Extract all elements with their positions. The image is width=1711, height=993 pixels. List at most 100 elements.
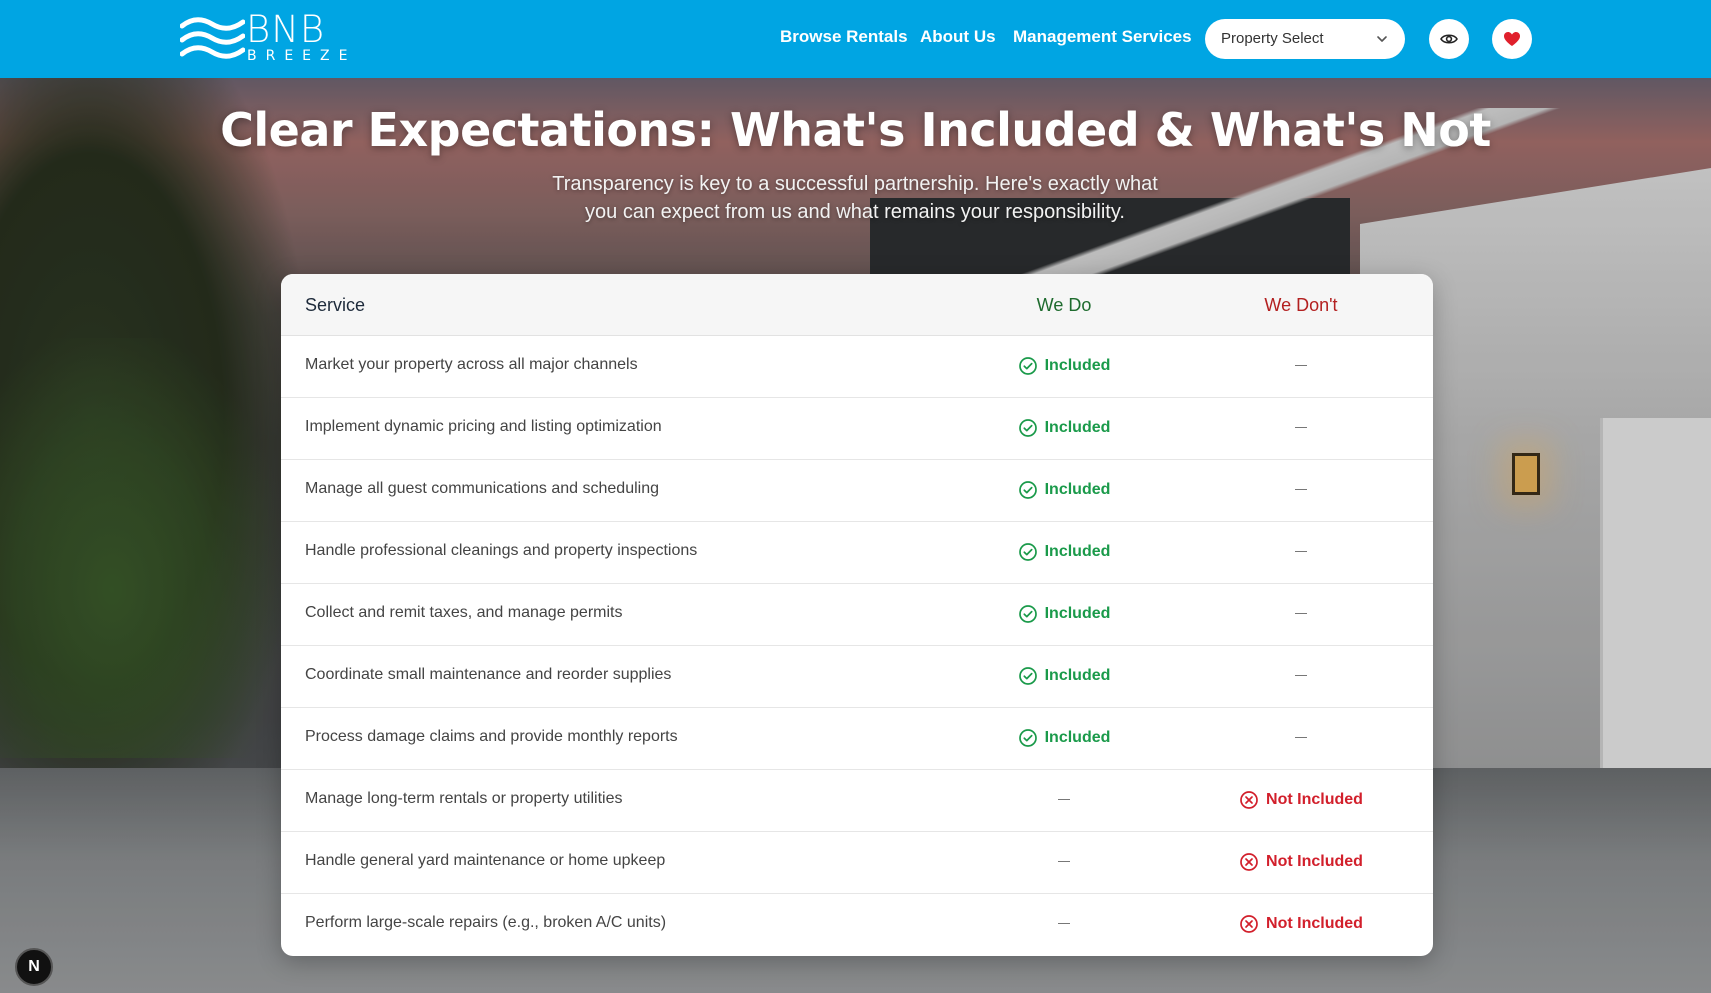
table-row: Manage long-term rentals or property uti…	[281, 770, 1433, 832]
nav-link-management-services[interactable]: Management Services	[1013, 27, 1192, 47]
included-status: Included	[981, 479, 1147, 501]
service-name: Handle general yard maintenance or home …	[305, 852, 666, 869]
included-label: Included	[1044, 729, 1111, 746]
brand-tagline: BREEZE	[247, 48, 357, 64]
we-dont-cell	[1201, 584, 1401, 646]
service-name: Coordinate small maintenance and reorder…	[305, 666, 672, 683]
we-dont-cell	[1201, 708, 1401, 770]
dev-tools-badge[interactable]: N	[15, 948, 53, 986]
table-row: Collect and remit taxes, and manage perm…	[281, 584, 1433, 646]
not-included-status: Not Included	[1201, 913, 1401, 935]
we-do-cell: Included	[981, 584, 1147, 646]
brand-name: BNB	[246, 8, 326, 51]
empty-dash	[1058, 923, 1070, 924]
service-name: Implement dynamic pricing and listing op…	[305, 418, 662, 435]
included-status: Included	[981, 603, 1147, 625]
service-name: Handle professional cleanings and proper…	[305, 542, 698, 559]
page-subtitle: Transparency is key to a successful part…	[530, 170, 1180, 226]
nav-link-about-us[interactable]: About Us	[920, 27, 996, 47]
we-do-cell	[981, 770, 1147, 832]
empty-dash	[1295, 427, 1307, 428]
check-circle-icon	[1018, 729, 1037, 747]
we-dont-cell	[1201, 336, 1401, 398]
included-status: Included	[981, 727, 1147, 749]
brand-logo[interactable]: BNB BREEZE	[180, 10, 347, 64]
header-we-do: We Do	[1036, 295, 1092, 315]
nav-link-browse-rentals[interactable]: Browse Rentals	[780, 27, 908, 47]
not-included-status: Not Included	[1201, 851, 1401, 873]
empty-dash	[1295, 489, 1307, 490]
we-do-cell: Included	[981, 646, 1147, 708]
service-name: Market your property across all major ch…	[305, 356, 638, 373]
empty-dash	[1295, 365, 1307, 366]
services-comparison-table: Service We Do We Don't Market your prope…	[281, 274, 1433, 956]
included-label: Included	[1044, 419, 1111, 436]
not-included-status: Not Included	[1201, 789, 1401, 811]
header-service: Service	[305, 295, 366, 315]
included-label: Included	[1044, 605, 1111, 622]
check-circle-icon	[1018, 667, 1037, 685]
included-label: Included	[1044, 543, 1111, 560]
not-included-label: Not Included	[1266, 853, 1363, 870]
eye-icon	[1440, 34, 1458, 44]
included-label: Included	[1044, 357, 1111, 374]
page-title: Clear Expectations: What's Included & Wh…	[220, 103, 1491, 157]
x-circle-icon	[1240, 791, 1258, 809]
heart-icon	[1504, 32, 1520, 46]
check-circle-icon	[1018, 481, 1037, 499]
table-row: Implement dynamic pricing and listing op…	[281, 398, 1433, 460]
service-name: Collect and remit taxes, and manage perm…	[305, 604, 623, 621]
empty-dash	[1295, 613, 1307, 614]
table-row: Perform large-scale repairs (e.g., broke…	[281, 894, 1433, 956]
included-status: Included	[981, 665, 1147, 687]
check-circle-icon	[1018, 605, 1037, 623]
we-dont-cell: Not Included	[1201, 770, 1401, 832]
we-dont-cell: Not Included	[1201, 832, 1401, 894]
favorites-button[interactable]	[1492, 19, 1532, 59]
subtitle-line-2: you can expect from us and what remains …	[585, 201, 1125, 223]
empty-dash	[1295, 737, 1307, 738]
included-label: Included	[1044, 481, 1111, 498]
table-row: Market your property across all major ch…	[281, 336, 1433, 398]
we-do-cell: Included	[981, 398, 1147, 460]
service-name: Manage long-term rentals or property uti…	[305, 790, 623, 807]
we-dont-cell	[1201, 398, 1401, 460]
table-row: Handle general yard maintenance or home …	[281, 832, 1433, 894]
included-status: Included	[981, 541, 1147, 563]
empty-dash	[1295, 675, 1307, 676]
included-label: Included	[1044, 667, 1111, 684]
we-dont-cell: Not Included	[1201, 894, 1401, 956]
empty-dash	[1058, 799, 1070, 800]
view-button[interactable]	[1429, 19, 1469, 59]
x-circle-icon	[1240, 915, 1258, 933]
not-included-label: Not Included	[1266, 791, 1363, 808]
subtitle-line-1: Transparency is key to a successful part…	[552, 173, 1158, 195]
site-header: BNB BREEZE Browse Rentals About Us Manag…	[0, 0, 1711, 78]
we-do-cell	[981, 832, 1147, 894]
not-included-label: Not Included	[1266, 915, 1363, 932]
we-dont-cell	[1201, 522, 1401, 584]
header-we-dont: We Don't	[1264, 295, 1338, 315]
we-dont-cell	[1201, 646, 1401, 708]
property-select-label: Property Select	[1221, 30, 1324, 47]
we-do-cell: Included	[981, 460, 1147, 522]
included-status: Included	[981, 417, 1147, 439]
we-do-cell: Included	[981, 336, 1147, 398]
service-name: Process damage claims and provide monthl…	[305, 728, 678, 745]
table-row: Manage all guest communications and sche…	[281, 460, 1433, 522]
table-row: Handle professional cleanings and proper…	[281, 522, 1433, 584]
empty-dash	[1295, 551, 1307, 552]
property-select-dropdown[interactable]: Property Select	[1205, 19, 1405, 59]
included-status: Included	[981, 355, 1147, 377]
table-header: Service We Do We Don't	[281, 274, 1433, 336]
check-circle-icon	[1018, 357, 1037, 375]
table-row: Coordinate small maintenance and reorder…	[281, 646, 1433, 708]
chevron-down-icon	[1377, 36, 1387, 42]
check-circle-icon	[1018, 419, 1037, 437]
x-circle-icon	[1240, 853, 1258, 871]
we-do-cell: Included	[981, 708, 1147, 770]
we-do-cell: Included	[981, 522, 1147, 584]
table-row: Process damage claims and provide monthl…	[281, 708, 1433, 770]
service-name: Manage all guest communications and sche…	[305, 480, 659, 497]
empty-dash	[1058, 861, 1070, 862]
